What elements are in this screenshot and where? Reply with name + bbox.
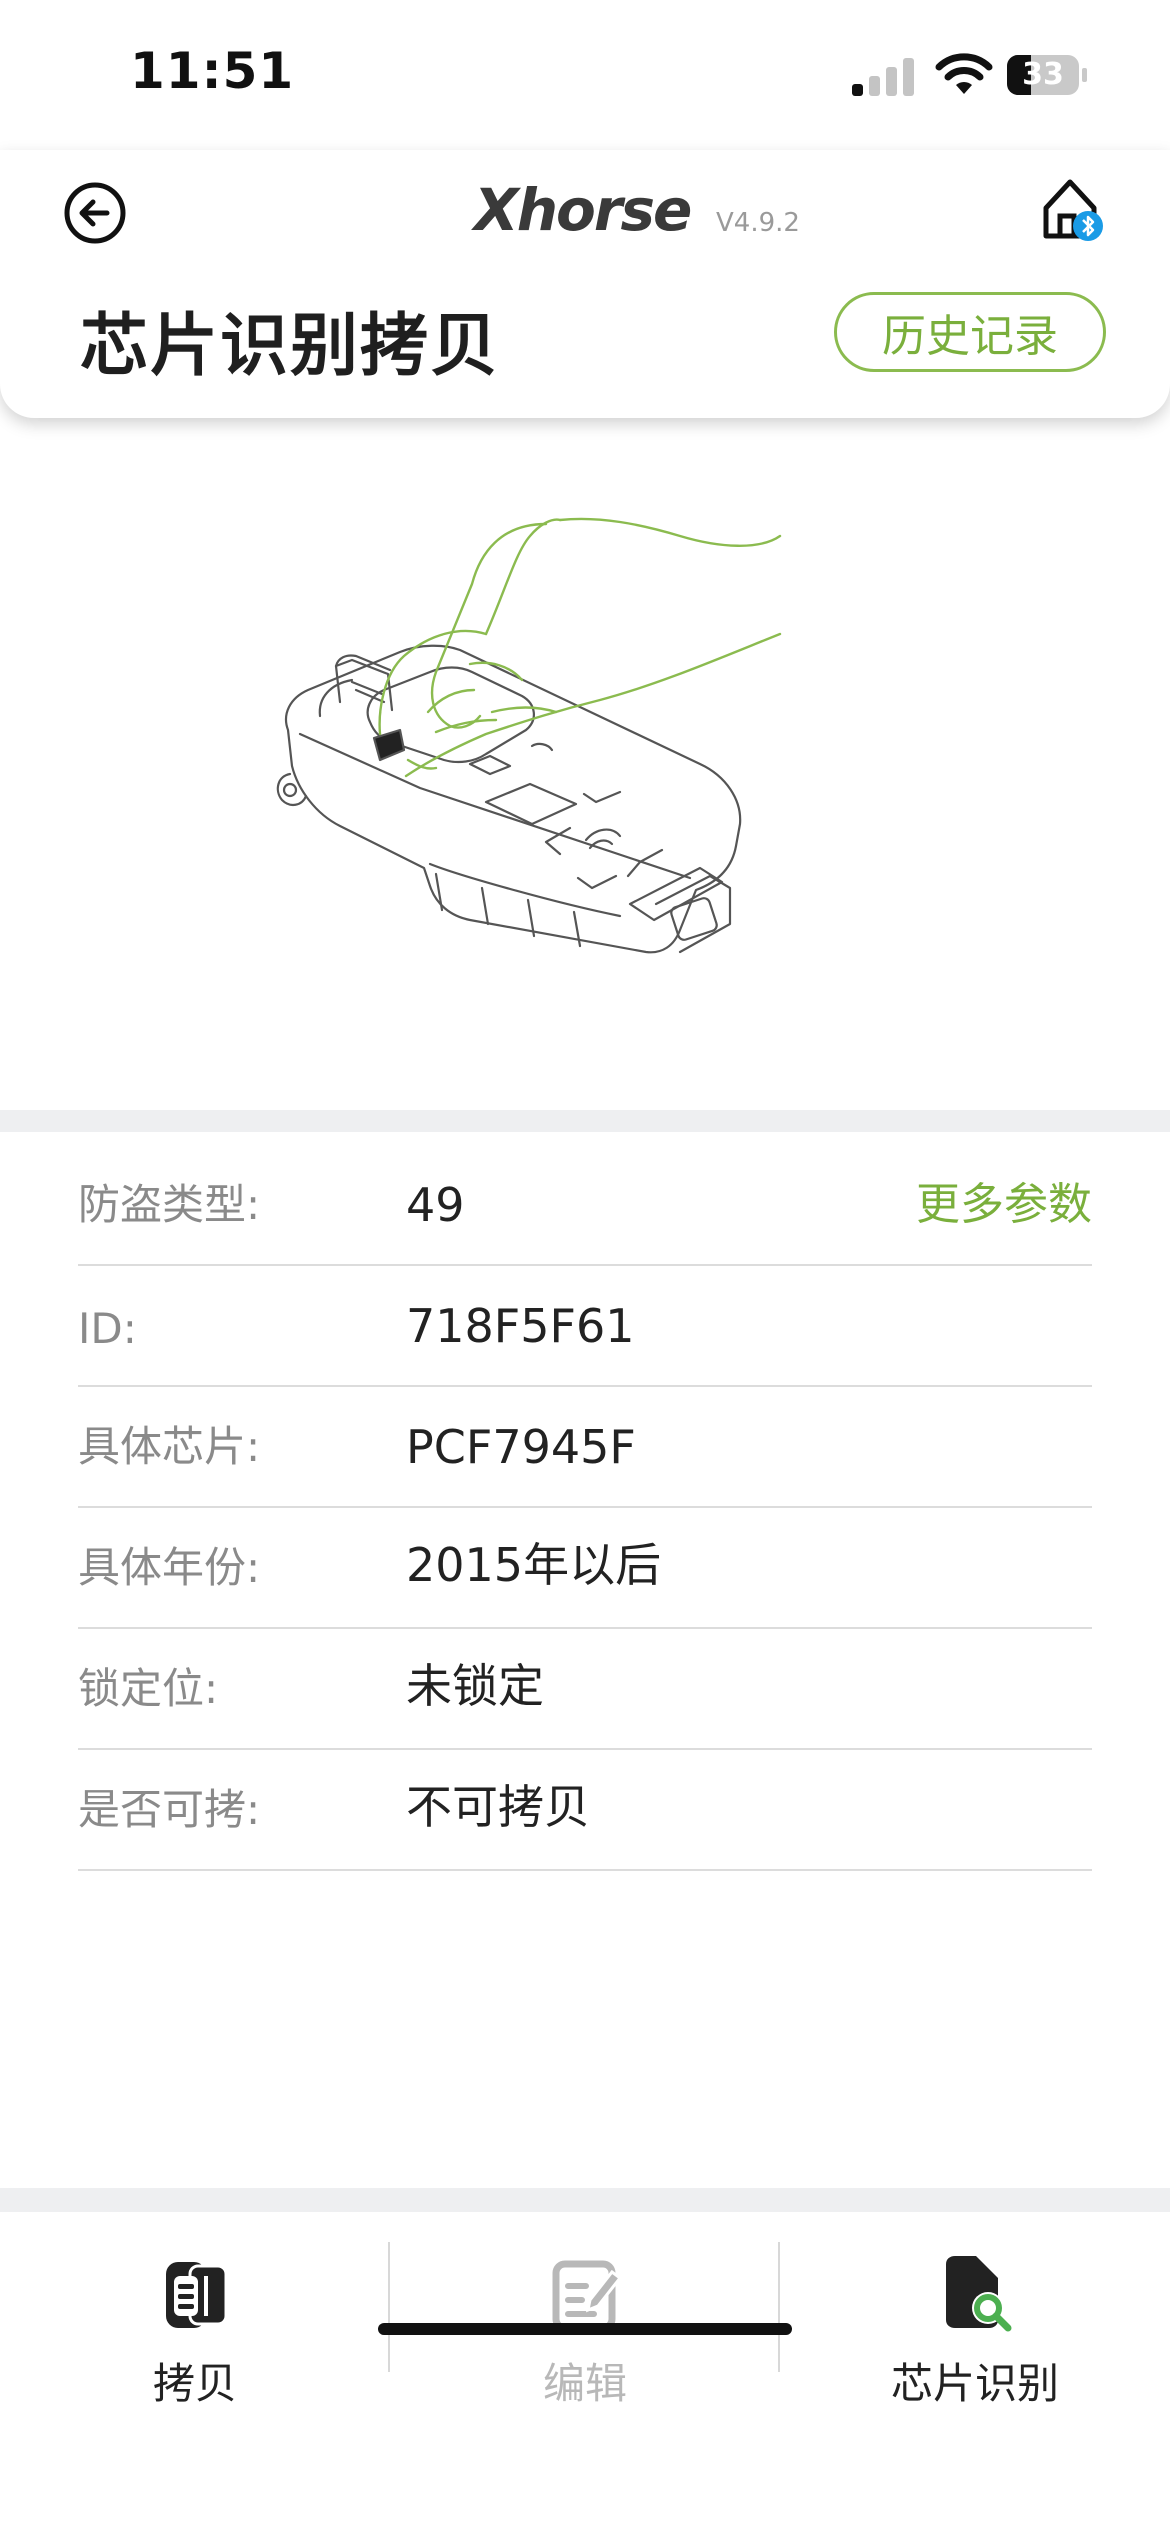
header: Xhorse V4.9.2 芯片识别拷贝 历史记录 [0,150,1170,418]
info-label: 锁定位: [78,1664,219,1713]
device-illustration [0,418,1170,1110]
tab-label: 拷贝 [152,2359,237,2408]
info-value: 不可拷贝 [406,1780,590,1834]
chip-identify-icon [946,2256,1012,2332]
chip-info-list: 防盗类型: 49 更多参数 ID: 718F5F61 具体芯片: PCF7945… [78,1132,1092,1871]
battery-indicator: 33 [1006,54,1088,96]
info-row-id: ID: 718F5F61 [78,1266,1092,1387]
home-bluetooth-button[interactable] [1040,172,1106,244]
info-row-specific-chip: 具体芯片: PCF7945F [78,1387,1092,1508]
info-label: 是否可拷: [78,1785,261,1834]
wifi-icon [935,53,993,94]
info-label: 防盗类型: [78,1180,261,1229]
info-label: 具体年份: [78,1543,261,1592]
info-label: ID: [78,1304,137,1353]
page-title: 芯片识别拷贝 [80,307,501,386]
info-row-specific-year: 具体年份: 2015年以后 [78,1508,1092,1629]
info-value: 未锁定 [406,1659,544,1713]
tab-copy[interactable]: 拷贝 [0,2212,390,2452]
brand-logo: Xhorse [474,174,692,244]
battery-level: 33 [1022,57,1064,92]
app-version: V4.9.2 [716,208,800,238]
info-row-copyable: 是否可拷: 不可拷贝 [78,1750,1092,1871]
info-value: PCF7945F [406,1420,636,1474]
more-params-link[interactable]: 更多参数 [916,1168,1092,1232]
key-tool-hand-illustration [276,517,782,954]
key-copy-icon [166,2262,228,2328]
status-bar: 11:51 33 [0,0,1170,150]
signal-icon [852,58,914,96]
section-divider [0,1110,1170,1132]
home-indicator [378,2323,792,2335]
tab-bar: 拷贝 编辑 芯片识别 [0,2212,1170,2532]
brand-name: Xhorse [474,176,692,244]
tab-label: 编辑 [542,2359,627,2408]
tab-bar-divider [0,2188,1170,2212]
status-time: 11:51 [130,42,295,100]
info-value: 2015年以后 [406,1538,662,1592]
info-row-immobilizer-type: 防盗类型: 49 更多参数 [78,1132,1092,1266]
tab-label: 芯片识别 [890,2359,1059,2408]
info-row-lock-bit: 锁定位: 未锁定 [78,1629,1092,1750]
edit-icon [552,2260,622,2332]
back-button[interactable] [62,180,128,246]
info-label: 具体芯片: [78,1422,261,1471]
history-button[interactable]: 历史记录 [834,292,1106,372]
info-value: 718F5F61 [406,1299,635,1353]
tab-chip-identify[interactable]: 芯片识别 [780,2212,1170,2452]
info-value: 49 [406,1178,465,1232]
